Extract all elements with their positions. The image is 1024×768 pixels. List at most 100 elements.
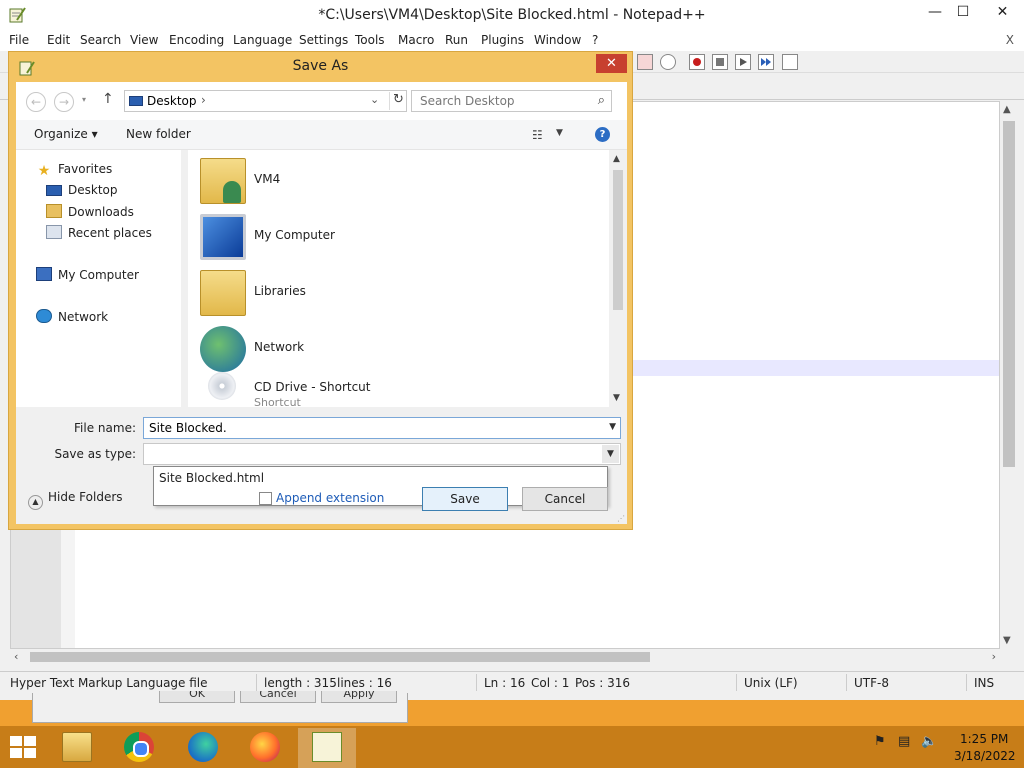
organize-button[interactable]: Organize ▾ bbox=[34, 127, 98, 141]
resize-grip-icon[interactable]: ⋰ bbox=[617, 514, 625, 523]
background-apply-button[interactable]: Apply bbox=[321, 691, 397, 703]
maximize-button[interactable]: ☐ bbox=[946, 0, 980, 24]
file-item-label: Libraries bbox=[254, 284, 306, 298]
nav-item-network[interactable]: Network bbox=[36, 309, 108, 324]
menu-macro[interactable]: Macro bbox=[398, 33, 434, 47]
menu-edit[interactable]: Edit bbox=[47, 33, 70, 47]
file-item-cd-drive-shortcut[interactable]: CD Drive - Shortcut Shortcut bbox=[188, 362, 588, 407]
downloads-icon bbox=[46, 204, 62, 218]
menu-language[interactable]: Language bbox=[233, 33, 292, 47]
taskbar-edge[interactable] bbox=[174, 728, 232, 768]
close-all-icon[interactable] bbox=[637, 54, 653, 70]
append-extension-label[interactable]: Append extension bbox=[276, 491, 384, 505]
scroll-right-arrow-icon[interactable]: › bbox=[992, 650, 996, 663]
taskbar-chrome[interactable] bbox=[110, 728, 168, 768]
scroll-left-arrow-icon[interactable]: ‹ bbox=[14, 650, 18, 663]
taskbar-firefox[interactable] bbox=[236, 728, 294, 768]
up-button[interactable]: ↑ bbox=[102, 91, 114, 107]
close-button[interactable]: ✕ bbox=[981, 0, 1024, 24]
save-as-type-select[interactable]: ▼ bbox=[143, 443, 621, 465]
new-folder-button[interactable]: New folder bbox=[126, 127, 191, 141]
append-extension-checkbox[interactable] bbox=[259, 492, 272, 505]
nav-item-my-computer[interactable]: My Computer bbox=[36, 267, 139, 282]
dialog-close-button[interactable]: ✕ bbox=[596, 54, 627, 73]
nav-item-downloads[interactable]: Downloads bbox=[46, 204, 134, 219]
file-list-scroll-thumb[interactable] bbox=[613, 170, 623, 310]
file-name-value: Site Blocked. bbox=[149, 421, 227, 435]
menu-tools[interactable]: Tools bbox=[355, 33, 385, 47]
file-explorer-icon bbox=[62, 732, 92, 762]
menu-file[interactable]: File bbox=[9, 33, 29, 47]
forward-button[interactable]: → bbox=[54, 92, 74, 112]
background-cancel-button[interactable]: Cancel bbox=[240, 691, 316, 703]
menu-window[interactable]: Window bbox=[534, 33, 581, 47]
status-length: length : 315 bbox=[264, 676, 337, 690]
menu-help[interactable]: ? bbox=[592, 33, 598, 47]
monitoring-eye-icon[interactable] bbox=[660, 54, 676, 70]
menu-encoding[interactable]: Encoding bbox=[169, 33, 224, 47]
file-list-scrollbar[interactable]: ▲ ▼ bbox=[609, 150, 627, 407]
close-document-button[interactable]: X bbox=[1006, 33, 1014, 47]
record-macro-icon[interactable] bbox=[689, 54, 705, 70]
nav-item-desktop[interactable]: Desktop bbox=[46, 183, 118, 197]
search-input[interactable]: Search Desktop ⌕ bbox=[411, 90, 612, 112]
address-chevron-icon[interactable]: › bbox=[201, 93, 206, 107]
file-item-my-computer[interactable]: My Computer bbox=[188, 210, 588, 262]
view-options-dropdown-icon[interactable]: ▼ bbox=[556, 128, 563, 138]
menu-plugins[interactable]: Plugins bbox=[481, 33, 524, 47]
network-status-icon[interactable]: ▤ bbox=[898, 734, 910, 749]
horizontal-scroll-thumb[interactable] bbox=[30, 652, 650, 662]
nav-item-favorites[interactable]: ★ Favorites bbox=[36, 162, 113, 178]
chrome-icon bbox=[124, 732, 154, 762]
background-ok-button[interactable]: OK bbox=[159, 691, 235, 703]
taskbar-notepad-plus-plus[interactable] bbox=[298, 728, 356, 768]
help-icon[interactable]: ? bbox=[595, 127, 610, 142]
hide-folders-button[interactable]: ▲ Hide Folders bbox=[28, 490, 123, 510]
volume-icon[interactable]: 🔈 bbox=[921, 734, 937, 749]
nav-item-recent-places[interactable]: Recent places bbox=[46, 225, 152, 240]
chevron-down-icon[interactable]: ▼ bbox=[602, 445, 619, 463]
back-button[interactable]: ← bbox=[26, 92, 46, 112]
status-insert-mode: INS bbox=[974, 676, 995, 690]
autocomplete-item[interactable]: Site Blocked.html bbox=[159, 471, 264, 485]
vertical-scroll-thumb[interactable] bbox=[1003, 121, 1015, 467]
clock-date[interactable]: 3/18/2022 bbox=[954, 749, 1016, 763]
change-view-icon[interactable]: ☷ bbox=[532, 128, 543, 142]
recent-locations-dropdown[interactable]: ▾ bbox=[82, 95, 86, 104]
menu-view[interactable]: View bbox=[130, 33, 158, 47]
notepad-titlebar: *C:\Users\VM4\Desktop\Site Blocked.html … bbox=[0, 0, 1024, 31]
notepad-plus-plus-icon bbox=[312, 732, 342, 762]
file-item-libraries[interactable]: Libraries bbox=[188, 266, 588, 318]
chevron-down-icon[interactable]: ▼ bbox=[609, 422, 616, 432]
start-button[interactable] bbox=[10, 736, 38, 760]
run-macro-multiple-icon[interactable] bbox=[758, 54, 774, 70]
scroll-down-arrow-icon[interactable]: ▼ bbox=[613, 393, 620, 403]
file-name-field[interactable]: Site Blocked. ▼ bbox=[143, 417, 621, 439]
scroll-down-arrow-icon[interactable]: ▼ bbox=[1003, 635, 1011, 646]
nav-item-label: Downloads bbox=[68, 205, 134, 219]
address-dropdown-icon[interactable]: ⌄ bbox=[370, 93, 379, 106]
menu-settings[interactable]: Settings bbox=[299, 33, 348, 47]
horizontal-scrollbar[interactable]: ‹ › bbox=[10, 649, 1000, 665]
refresh-icon[interactable]: ↻ bbox=[389, 92, 407, 110]
search-icon[interactable]: ⌕ bbox=[598, 93, 605, 108]
cancel-button[interactable]: Cancel bbox=[522, 487, 608, 511]
windows-logo-icon bbox=[10, 736, 22, 746]
clock-time[interactable]: 1:25 PM bbox=[960, 732, 1008, 746]
address-location[interactable]: Desktop bbox=[147, 94, 197, 108]
action-center-flag-icon[interactable]: ⚑ bbox=[874, 734, 886, 749]
file-item-vm4[interactable]: VM4 bbox=[188, 154, 588, 206]
hide-folders-label: Hide Folders bbox=[48, 490, 123, 504]
stop-macro-icon[interactable] bbox=[712, 54, 728, 70]
menu-run[interactable]: Run bbox=[445, 33, 468, 47]
scroll-up-arrow-icon[interactable]: ▲ bbox=[1003, 104, 1011, 115]
menu-search[interactable]: Search bbox=[80, 33, 121, 47]
address-bar[interactable]: Desktop › ⌄ ↻ bbox=[124, 90, 407, 112]
save-macro-icon[interactable] bbox=[782, 54, 798, 70]
save-button[interactable]: Save bbox=[422, 487, 508, 511]
search-placeholder: Search Desktop bbox=[420, 94, 515, 108]
vertical-scrollbar[interactable]: ▲ ▼ bbox=[1000, 101, 1018, 649]
play-macro-icon[interactable] bbox=[735, 54, 751, 70]
scroll-up-arrow-icon[interactable]: ▲ bbox=[613, 154, 620, 164]
taskbar-file-explorer[interactable] bbox=[48, 728, 106, 768]
